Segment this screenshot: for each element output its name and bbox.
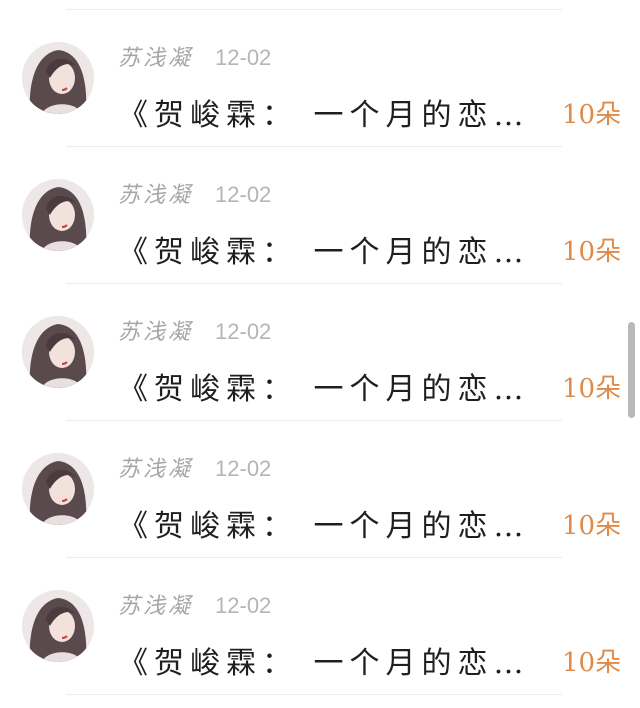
- avatar[interactable]: [22, 316, 94, 388]
- post-date: 12-02: [215, 45, 272, 70]
- post-date: 12-02: [215, 182, 272, 207]
- avatar[interactable]: [22, 179, 94, 251]
- item-title[interactable]: 《贺峻霖： 一个月的恋…: [118, 227, 538, 271]
- author-name[interactable]: 苏浅凝: [118, 40, 193, 72]
- item-title[interactable]: 《贺峻霖： 一个月的恋…: [118, 638, 538, 682]
- item-meta: 苏浅凝 12-02: [118, 314, 271, 348]
- avatar[interactable]: [22, 453, 94, 525]
- author-name[interactable]: 苏浅凝: [118, 451, 193, 483]
- avatar[interactable]: [22, 42, 94, 114]
- scrollbar-thumb[interactable]: [628, 322, 635, 418]
- list-item[interactable]: 苏浅凝 12-02 《贺峻霖： 一个月的恋… 10朵: [0, 558, 640, 695]
- author-name[interactable]: 苏浅凝: [118, 177, 193, 209]
- flower-count: 10朵: [562, 648, 622, 678]
- flower-count: 10朵: [562, 374, 622, 404]
- item-meta: 苏浅凝 12-02: [118, 451, 271, 485]
- item-meta: 苏浅凝 12-02: [118, 40, 271, 74]
- post-date: 12-02: [215, 456, 272, 481]
- list-item[interactable]: 苏浅凝 12-02 《贺峻霖： 一个月的恋… 10朵: [0, 10, 640, 147]
- flower-count: 10朵: [562, 100, 622, 130]
- list-item[interactable]: 苏浅凝 12-02 《贺峻霖： 一个月的恋… 10朵: [0, 421, 640, 558]
- item-meta: 苏浅凝 12-02: [118, 588, 271, 622]
- flower-count: 10朵: [562, 237, 622, 267]
- author-name[interactable]: 苏浅凝: [118, 588, 193, 620]
- message-list: 苏浅凝 12-02 《贺峻霖： 一个月的恋… 10朵 苏浅凝 12-02 《贺峻…: [0, 0, 640, 708]
- item-title[interactable]: 《贺峻霖： 一个月的恋…: [118, 90, 538, 134]
- list-item[interactable]: 苏浅凝 12-02 《贺峻霖： 一个月的恋… 10朵: [0, 147, 640, 284]
- item-meta: 苏浅凝 12-02: [118, 177, 271, 211]
- item-title[interactable]: 《贺峻霖： 一个月的恋…: [118, 501, 538, 545]
- flower-count: 10朵: [562, 511, 622, 541]
- avatar[interactable]: [22, 590, 94, 662]
- post-date: 12-02: [215, 593, 272, 618]
- author-name[interactable]: 苏浅凝: [118, 314, 193, 346]
- item-title[interactable]: 《贺峻霖： 一个月的恋…: [118, 364, 538, 408]
- divider: [66, 694, 562, 695]
- post-date: 12-02: [215, 319, 272, 344]
- list-item[interactable]: 苏浅凝 12-02 《贺峻霖： 一个月的恋… 10朵: [0, 284, 640, 421]
